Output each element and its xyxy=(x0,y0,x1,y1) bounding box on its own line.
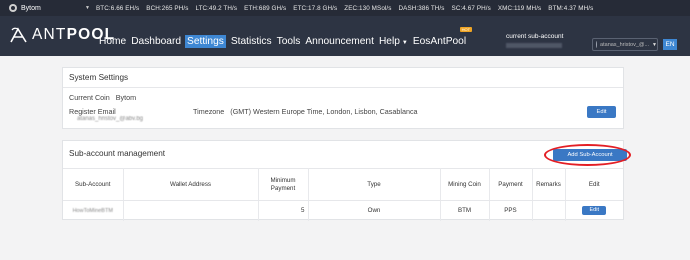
nav-settings[interactable]: Settings xyxy=(185,35,226,48)
cell-remarks xyxy=(532,200,566,221)
nav-eosantpool[interactable]: EosAntPool HOT xyxy=(412,27,473,47)
main-navbar: ANTPOOL Home Dashboard Settings Statisti… xyxy=(0,16,690,56)
current-coin-label: Current Coin xyxy=(69,93,110,102)
user-name: atanas_hristov_@... xyxy=(600,41,650,48)
cell-mining-coin: BTM xyxy=(440,200,490,221)
nav-help-label: Help xyxy=(378,36,400,47)
hashrate-ltc: LTC:49.2 TH/s xyxy=(195,4,238,12)
hashrate-list: BTC:6.66 EH/s BCH:265 PH/s LTC:49.2 TH/s… xyxy=(96,5,600,12)
cell-wallet-address xyxy=(123,200,259,221)
nav-dashboard[interactable]: Dashboard xyxy=(131,36,181,47)
current-coin-row: Current Coin Bytom xyxy=(69,93,136,102)
hashrate-btm: BTM:4.37 MH/s xyxy=(548,4,594,12)
cell-sub-account: HowToMineBTM xyxy=(63,200,124,221)
cell-type: Own xyxy=(308,200,441,221)
col-sub-account: Sub-Account xyxy=(63,168,124,201)
register-email-value: atanas_hristov_@abv.bg xyxy=(77,116,144,122)
ant-logo-icon xyxy=(10,27,27,43)
hashrate-xmc: XMC:119 MH/s xyxy=(497,4,542,12)
language-button[interactable]: EN xyxy=(663,39,677,50)
hashrate-dash: DASH:386 TH/s xyxy=(398,4,445,12)
subaccount-table: Sub-Account Wallet Address Minimum Payme… xyxy=(63,168,623,221)
edit-row-button[interactable]: Edit xyxy=(582,206,607,216)
hashrate-btc: BTC:6.66 EH/s xyxy=(96,4,140,12)
caret-down-icon: ▼ xyxy=(85,5,90,11)
col-edit: Edit xyxy=(565,168,623,201)
table-header-row: Sub-Account Wallet Address Minimum Payme… xyxy=(63,168,623,201)
hashrate-bch: BCH:265 PH/s xyxy=(146,4,189,12)
cell-edit: Edit xyxy=(565,201,623,221)
current-coin-value: Bytom xyxy=(115,93,137,102)
col-mining-coin: Mining Coin xyxy=(440,168,490,201)
col-remarks: Remarks xyxy=(532,168,566,201)
current-subaccount[interactable]: current sub-account xyxy=(506,33,563,48)
table-row: HowToMineBTM 5 Own BTM PPS Edit xyxy=(63,200,623,221)
nav-announcement[interactable]: Announcement xyxy=(305,36,374,47)
chevron-down-icon: ▼ xyxy=(652,41,657,48)
cell-payment: PPS xyxy=(489,200,533,221)
coin-selector[interactable]: Bytom ▼ xyxy=(0,0,96,16)
register-email-label: Register Email xyxy=(69,107,116,116)
timezone-value: (GMT) Western Europe Time, London, Lisbo… xyxy=(230,107,418,116)
user-menu[interactable]: atanas_hristov_@... ▼ xyxy=(592,38,658,51)
timezone-label: Timezone xyxy=(193,107,225,116)
nav-statistics[interactable]: Statistics xyxy=(231,36,272,47)
coin-icon xyxy=(9,4,17,12)
avatar-icon xyxy=(596,41,598,48)
col-wallet-address: Wallet Address xyxy=(123,168,259,201)
coin-ticker-bar: Bytom ▼ BTC:6.66 EH/s BCH:265 PH/s LTC:4… xyxy=(0,0,690,16)
current-subaccount-value xyxy=(506,43,562,48)
hashrate-etc: ETC:17.8 GH/s xyxy=(293,4,338,12)
current-subaccount-label: current sub-account xyxy=(506,33,564,40)
col-minimum-payment: Minimum Payment xyxy=(258,168,309,201)
system-settings-card: System Settings Current Coin Bytom Regist… xyxy=(62,67,624,129)
nav-home[interactable]: Home xyxy=(99,36,126,47)
chevron-down-icon: ▼ xyxy=(401,40,408,46)
hot-badge: HOT xyxy=(459,27,473,32)
col-payment: Payment xyxy=(489,168,533,201)
nav-help[interactable]: Help ▼ xyxy=(379,36,408,47)
hashrate-eth: ETH:689 GH/s xyxy=(244,4,287,12)
hashrate-zec: ZEC:130 MSol/s xyxy=(344,4,392,12)
col-type: Type xyxy=(308,168,441,201)
nav-eosantpool-label: EosAntPool xyxy=(412,36,467,47)
subaccount-title: Sub-account management xyxy=(69,149,166,158)
system-settings-title: System Settings xyxy=(63,68,623,88)
nav-tools[interactable]: Tools xyxy=(277,36,301,47)
subaccount-card: Sub-account management Add Sub-Account S… xyxy=(62,140,631,221)
highlight-circle xyxy=(544,144,631,166)
main-nav: Home Dashboard Settings Statistics Tools… xyxy=(99,27,473,48)
cell-minimum-payment: 5 xyxy=(258,200,309,221)
timezone-row: Timezone (GMT) Western Europe Time, Londo… xyxy=(193,107,418,116)
edit-settings-button[interactable]: Edit xyxy=(587,106,616,118)
hashrate-sc: SC:4.67 PH/s xyxy=(451,4,491,12)
coin-selector-label: Bytom xyxy=(21,4,41,12)
